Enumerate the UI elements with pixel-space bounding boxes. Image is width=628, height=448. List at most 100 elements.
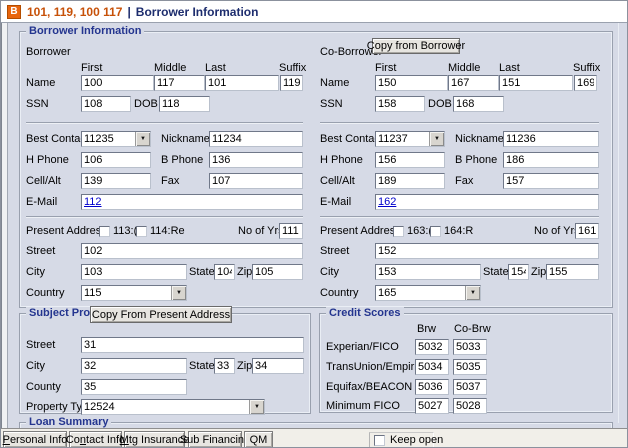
tab-label-part: Co [66, 434, 80, 446]
borrower-h-phone-input[interactable] [81, 152, 151, 168]
nickname-label: Nickname [455, 133, 504, 145]
borrower-first-name-input[interactable] [81, 75, 154, 91]
email-label: E-Mail [26, 196, 57, 208]
borrower-middle-name-input[interactable] [154, 75, 205, 91]
coborrower-best-contact-select[interactable]: 11237 ▼ [375, 131, 445, 147]
dob-label: DOB [428, 98, 452, 110]
coborrower-ssn-input[interactable] [375, 96, 425, 112]
coborrower-rent-checkbox[interactable] [430, 226, 441, 237]
experian-brw-input[interactable] [415, 339, 449, 355]
coborrower-city-input[interactable] [375, 264, 481, 280]
tab-personal-info[interactable]: Personal Info [3, 431, 67, 448]
transunion-brw-input[interactable] [415, 359, 449, 375]
tab-sub-financing[interactable]: Sub Financing [188, 431, 242, 448]
coborrower-first-name-input[interactable] [375, 75, 448, 91]
coborrower-suffix-input[interactable] [574, 75, 597, 91]
borrower-b-phone-input[interactable] [209, 152, 303, 168]
state-label: State [189, 266, 215, 278]
b-phone-label: B Phone [161, 154, 203, 166]
coborrower-nickname-input[interactable] [503, 131, 599, 147]
tab-contact-info[interactable]: Contact Info [69, 431, 122, 448]
no-of-yrs-label: No of Yrs [534, 225, 580, 237]
borrower-suffix-input[interactable] [280, 75, 303, 91]
dropdown-arrow-icon[interactable]: ▼ [465, 286, 480, 300]
keep-open-checkbox[interactable] [374, 435, 385, 446]
property-type-value: 12524 [82, 400, 249, 414]
borrower-best-contact-select[interactable]: 11235 ▼ [81, 131, 151, 147]
coborrower-dob-input[interactable] [453, 96, 504, 112]
email-label: E-Mail [320, 196, 351, 208]
borrower-role-label: Borrower [26, 46, 71, 58]
borrower-country-select[interactable]: 115 ▼ [81, 285, 187, 301]
dropdown-arrow-icon[interactable]: ▼ [429, 132, 444, 146]
equifax-brw-input[interactable] [415, 379, 449, 395]
borrower-ssn-input[interactable] [81, 96, 131, 112]
borrower-own-checkbox[interactable] [99, 226, 110, 237]
borrower-cell-alt-input[interactable] [81, 173, 151, 189]
coborrower-own-checkbox[interactable] [393, 226, 404, 237]
property-type-select[interactable]: 12524 ▼ [81, 399, 265, 415]
middle-header: Middle [154, 62, 186, 74]
credit-scores-group: Credit Scores Brw Co-Brw Experian/FICO T… [319, 313, 613, 413]
street-label: Street [26, 245, 55, 257]
borrower-zip-input[interactable] [252, 264, 303, 280]
tab-qm[interactable]: QM [244, 431, 273, 448]
transunion-cobrw-input[interactable] [453, 359, 487, 375]
subject-street-input[interactable] [81, 337, 304, 353]
suffix-header: Suffix [573, 62, 600, 74]
separator-line [26, 122, 303, 124]
coborrower-zip-input[interactable] [546, 264, 599, 280]
dob-label: DOB [134, 98, 158, 110]
coborrower-fax-input[interactable] [503, 173, 599, 189]
coborrower-country-select[interactable]: 165 ▼ [375, 285, 481, 301]
window-left-edge [1, 23, 8, 448]
dropdown-arrow-icon[interactable]: ▼ [135, 132, 150, 146]
subject-city-input[interactable] [81, 358, 187, 374]
tab-mtg-insurance[interactable]: Mtg Insurance [124, 431, 185, 448]
borrower-dob-input[interactable] [159, 96, 210, 112]
window-titlebar: B 101, 119, 100 117 | Borrower Informati… [1, 1, 628, 23]
dropdown-arrow-icon[interactable]: ▼ [171, 286, 186, 300]
borrower-column: Borrower First Middle Last Suffix Name S… [26, 32, 308, 307]
state-label: State [483, 266, 509, 278]
street-label: Street [26, 339, 55, 351]
name-label: Name [320, 77, 349, 89]
subject-state-input[interactable] [214, 358, 235, 374]
borrower-nickname-input[interactable] [209, 131, 303, 147]
dropdown-arrow-icon[interactable]: ▼ [249, 400, 264, 414]
borrower-last-name-input[interactable] [205, 75, 279, 91]
borrower-fax-input[interactable] [209, 173, 303, 189]
equifax-cobrw-input[interactable] [453, 379, 487, 395]
coborrower-cell-alt-input[interactable] [375, 173, 445, 189]
keep-open-label: Keep open [390, 434, 443, 446]
copy-from-borrower-button[interactable]: Copy from Borrower [372, 38, 460, 54]
coborrower-b-phone-input[interactable] [503, 152, 599, 168]
borrower-street-input[interactable] [81, 243, 303, 259]
borrower-rent-checkbox[interactable] [136, 226, 147, 237]
titlebar-divider: | [127, 5, 130, 19]
subject-county-input[interactable] [81, 379, 187, 395]
ssn-label: SSN [320, 98, 343, 110]
minimum-fico-brw-input[interactable] [415, 398, 449, 414]
borrower-email-input[interactable] [81, 194, 303, 210]
minimum-fico-cobrw-input[interactable] [453, 398, 487, 414]
borrower-state-input[interactable] [214, 264, 235, 280]
separator-line [26, 216, 303, 218]
borrower-no-of-yrs-input[interactable] [279, 223, 303, 239]
experian-cobrw-input[interactable] [453, 339, 487, 355]
borrower-city-input[interactable] [81, 264, 187, 280]
best-contact-label: Best Contact [26, 133, 89, 145]
coborrower-last-name-input[interactable] [499, 75, 573, 91]
coborrower-middle-name-input[interactable] [448, 75, 499, 91]
first-header: First [81, 62, 102, 74]
name-label: Name [26, 77, 55, 89]
coborrower-no-of-yrs-input[interactable] [575, 223, 599, 239]
tab-label-part: P [3, 434, 10, 446]
present-address-label: Present Address [320, 225, 401, 237]
coborrower-email-input[interactable] [375, 194, 599, 210]
coborrower-state-input[interactable] [508, 264, 529, 280]
coborrower-h-phone-input[interactable] [375, 152, 445, 168]
coborrower-street-input[interactable] [375, 243, 599, 259]
keep-open-panel: Keep open [369, 432, 434, 448]
subject-zip-input[interactable] [252, 358, 304, 374]
